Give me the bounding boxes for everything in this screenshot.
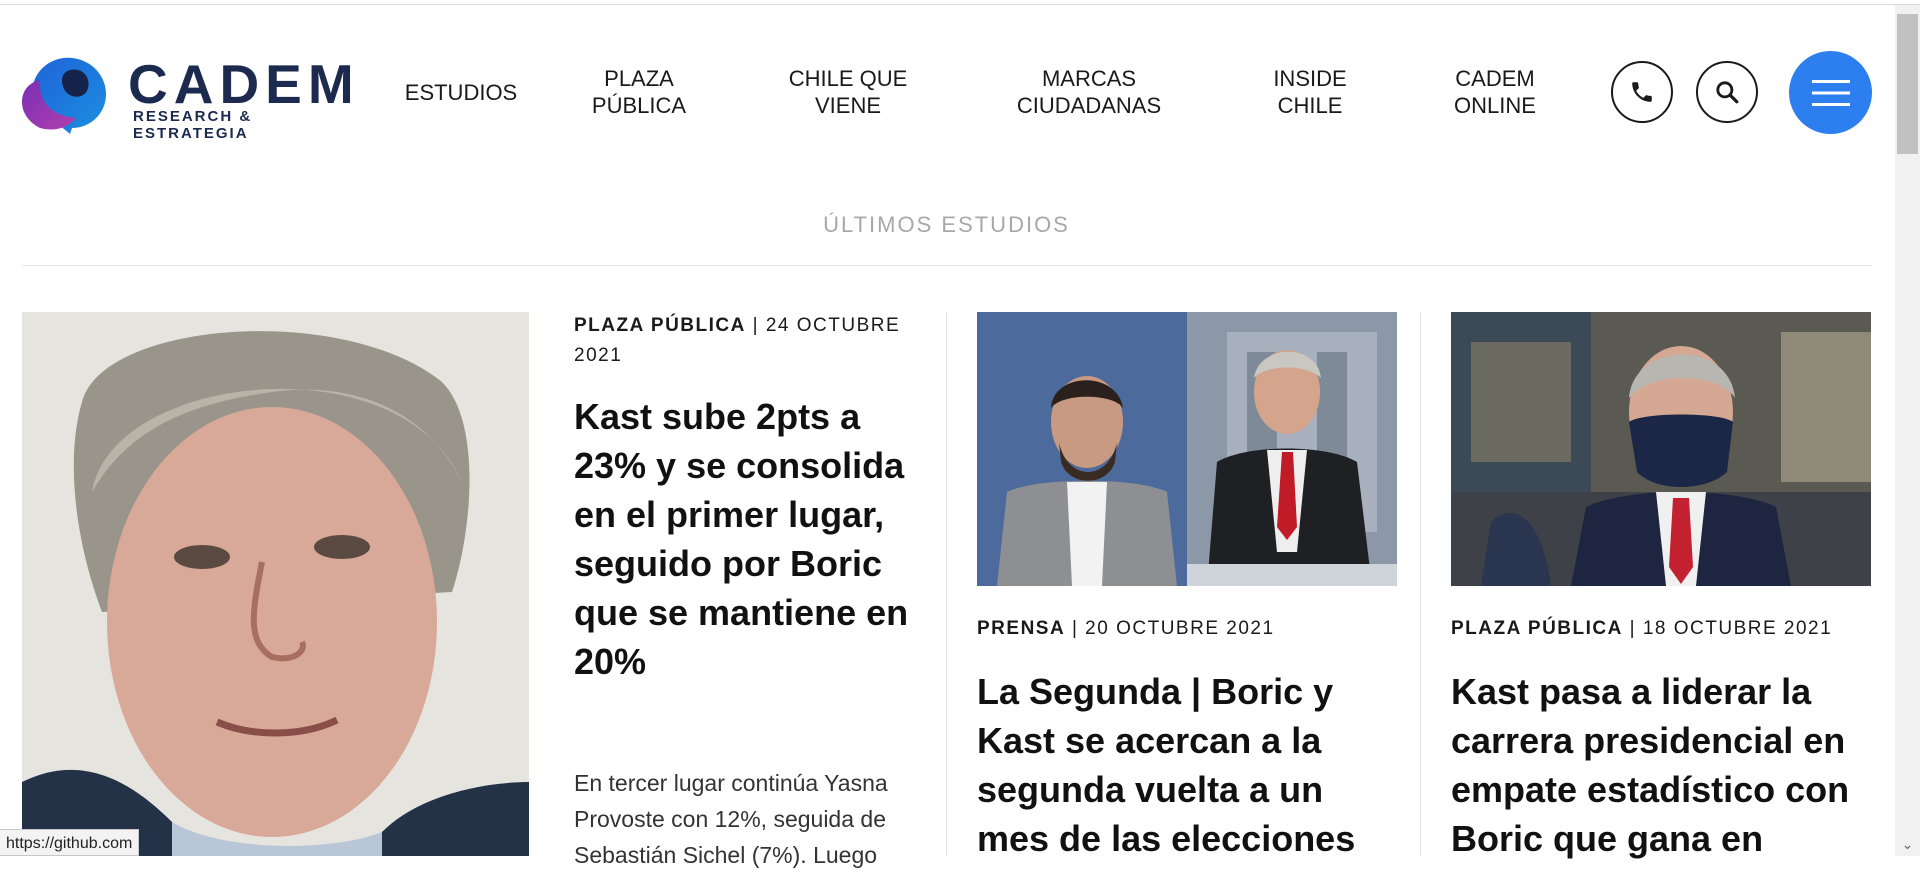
menu-button[interactable]: [1789, 51, 1872, 134]
nav-marcas-ciudadanas[interactable]: MARCAS CIUDADANAS: [1010, 62, 1168, 122]
nav-estudios[interactable]: ESTUDIOS: [402, 62, 520, 122]
nav-chile-que-viene[interactable]: CHILE QUE VIENE: [780, 62, 916, 122]
article-excerpt: En tercer lugar continúa Yasna Provoste …: [574, 770, 888, 868]
nav-label: CADEM ONLINE: [1454, 66, 1536, 118]
article-image-kast-mask[interactable]: [1451, 312, 1871, 586]
article-headline[interactable]: Kast sube 2pts a 23% y se consolida en e…: [574, 392, 934, 686]
column-divider: [1420, 312, 1421, 856]
link-status-url: https://github.com: [0, 829, 140, 856]
article-meta: PLAZA PÚBLICA | 24 OCTUBRE 2021: [574, 311, 934, 371]
article-image-kast-portrait[interactable]: [22, 312, 529, 856]
cadem-logo[interactable]: CADEM RESEARCH & ESTRATEGIA: [22, 50, 372, 142]
article-image-boric-kast[interactable]: [977, 312, 1397, 586]
brand-name: CADEM: [128, 53, 360, 115]
section-title: ÚLTIMOS ESTUDIOS: [823, 212, 1070, 237]
article-meta: PLAZA PÚBLICA | 18 OCTUBRE 2021: [1451, 614, 1871, 644]
column-divider: [946, 312, 947, 856]
nav-label: ESTUDIOS: [404, 79, 518, 105]
scrollbar-thumb[interactable]: [1897, 14, 1918, 154]
phone-icon: [1632, 82, 1652, 102]
search-icon: [1716, 81, 1739, 104]
section-divider: [22, 265, 1872, 266]
scroll-down-arrow-icon[interactable]: ⌄: [1899, 837, 1916, 851]
cadem-logo-mark: [22, 57, 106, 134]
phone-button[interactable]: [1611, 61, 1673, 123]
nav-plaza-publica[interactable]: PLAZA PÚBLICA: [578, 62, 700, 122]
article-category[interactable]: PLAZA PÚBLICA: [1451, 618, 1623, 639]
article-headline[interactable]: La Segunda | Boric y Kast se acercan a l…: [977, 667, 1397, 863]
article-category[interactable]: PLAZA PÚBLICA: [574, 315, 746, 336]
browser-top-border: [0, 0, 1920, 5]
article-date: | 20 OCTUBRE 2021: [1071, 618, 1275, 639]
brand-tagline: RESEARCH & ESTRATEGIA: [133, 108, 253, 142]
nav-label: PLAZA PÚBLICA: [591, 66, 687, 118]
nav-inside-chile[interactable]: INSIDE CHILE: [1258, 62, 1362, 122]
nav-cadem-online[interactable]: CADEM ONLINE: [1440, 62, 1550, 122]
article-headline[interactable]: Kast pasa a liderar la carrera presidenc…: [1451, 667, 1871, 863]
search-button[interactable]: [1696, 61, 1758, 123]
article-category[interactable]: PRENSA: [977, 618, 1065, 639]
nav-label: INSIDE CHILE: [1273, 66, 1347, 118]
nav-label: MARCAS CIUDADANAS: [1016, 66, 1162, 118]
nav-label: CHILE QUE VIENE: [788, 66, 908, 118]
article-meta: PRENSA | 20 OCTUBRE 2021: [977, 614, 1397, 644]
article-date: | 18 OCTUBRE 2021: [1629, 618, 1833, 639]
hamburger-icon: [1811, 79, 1850, 106]
